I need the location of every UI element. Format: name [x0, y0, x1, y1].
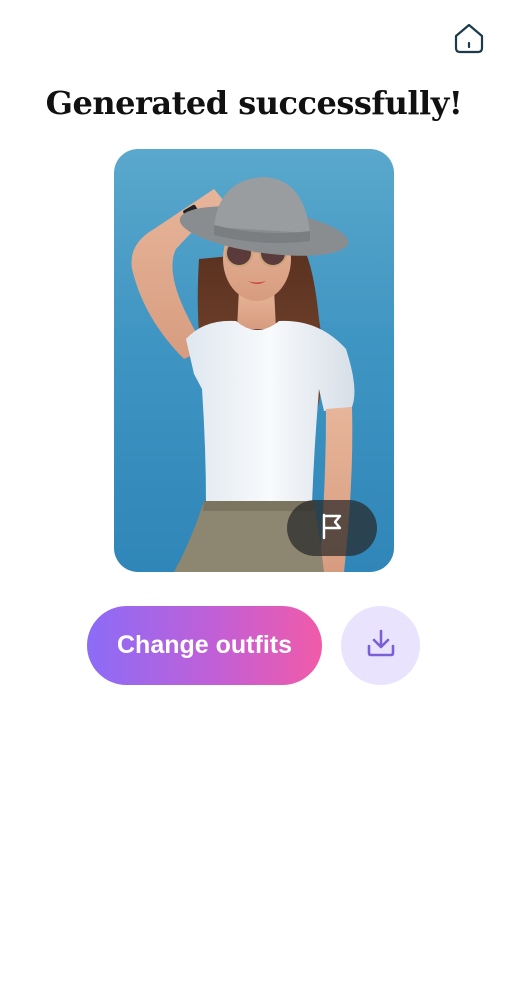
home-button[interactable]	[450, 21, 488, 59]
generated-photo	[114, 149, 394, 572]
download-button[interactable]	[341, 606, 420, 685]
report-button[interactable]	[287, 500, 377, 556]
flag-icon	[320, 512, 344, 545]
page-title: Generated successfully!	[45, 84, 463, 122]
change-outfits-button[interactable]: Change outfits	[87, 606, 322, 685]
result-screen: Generated successfully! Change outfits	[0, 0, 508, 1000]
home-icon	[452, 21, 486, 60]
download-icon	[364, 626, 398, 665]
